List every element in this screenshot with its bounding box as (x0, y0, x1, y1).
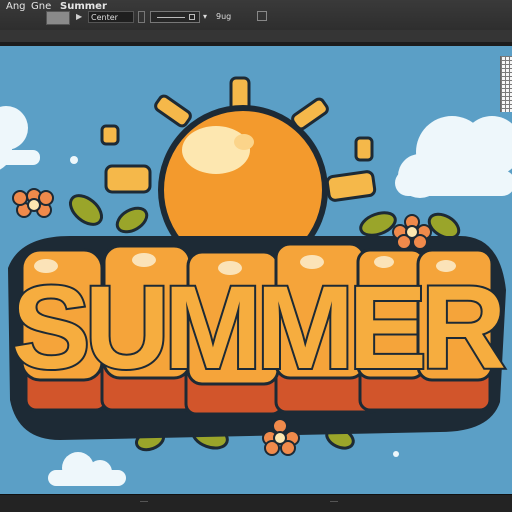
color-swatch[interactable] (46, 11, 70, 25)
status-mark (140, 501, 148, 502)
title-text: SUMMER (12, 262, 504, 394)
flower-left (12, 188, 54, 218)
menu-item-1[interactable]: Ang (6, 1, 26, 12)
status-bar (0, 494, 512, 512)
stepper-icon[interactable] (138, 11, 145, 23)
options-bar: Ang Gne Summer ▶ Center ▾ 9ug (0, 0, 512, 31)
play-icon[interactable]: ▶ (76, 12, 82, 24)
checkbox-icon[interactable] (257, 11, 267, 21)
artwork: SUMMER (0, 76, 512, 486)
size-slider[interactable] (150, 11, 200, 23)
status-mark (330, 501, 338, 502)
mode-field[interactable]: Center (88, 11, 134, 23)
cloud-bottom (48, 452, 126, 486)
slider-track (157, 17, 185, 18)
sparkle (70, 156, 78, 164)
grid-panel[interactable] (500, 56, 512, 112)
cloud-left (0, 106, 40, 170)
dropdown-icon[interactable]: ▾ (203, 12, 207, 24)
cloud-right (395, 116, 512, 198)
editor-window: Ang Gne Summer ▶ Center ▾ 9ug SUMMER (0, 0, 512, 512)
sparkle (393, 451, 399, 457)
unit-label: 9ug (216, 12, 232, 21)
document-canvas[interactable]: SUMMER (0, 46, 512, 494)
slider-knob[interactable] (189, 14, 195, 20)
